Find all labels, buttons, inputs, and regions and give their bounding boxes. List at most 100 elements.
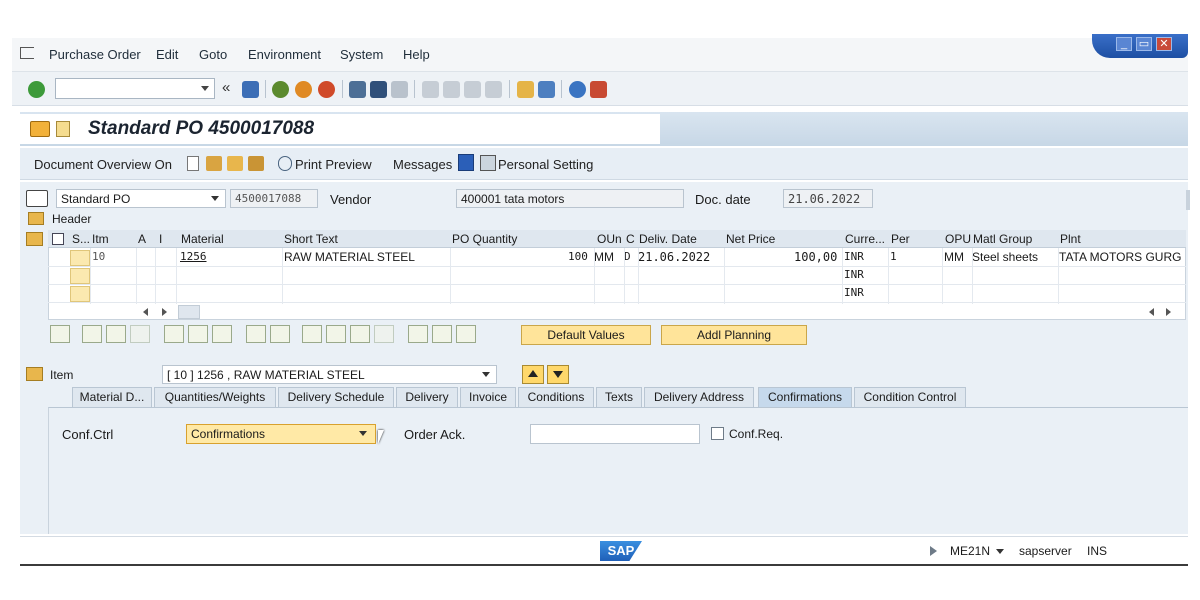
command-history-chevron[interactable]: « [222, 79, 230, 96]
layout-icon[interactable] [590, 81, 607, 98]
conf-req-checkbox[interactable] [711, 427, 724, 440]
cell-currency[interactable]: INR [844, 268, 864, 281]
menu-exit-icon[interactable] [20, 47, 34, 59]
cancel-icon[interactable] [318, 81, 335, 98]
cell-itm[interactable]: 10 [92, 250, 105, 263]
cell-matl-group[interactable]: Steel sheets [972, 250, 1038, 264]
play-icon[interactable] [930, 546, 937, 556]
vendor-field[interactable]: 400001 tata motors [456, 189, 684, 208]
chevron-down-icon[interactable] [359, 431, 367, 436]
col-deliv-date[interactable]: Deliv. Date [639, 232, 697, 246]
cell-short-text[interactable]: RAW MATERIAL STEEL [284, 250, 415, 264]
item-folder-icon[interactable] [26, 367, 43, 381]
unlock-icon[interactable] [212, 325, 232, 343]
grid-config-icon[interactable] [52, 233, 64, 245]
copy-icon[interactable] [246, 325, 266, 343]
col-oun[interactable]: OUn [597, 232, 622, 246]
tab-confirmations[interactable]: Confirmations [758, 387, 852, 407]
table-row[interactable]: INR [48, 267, 1186, 285]
details-icon[interactable] [50, 325, 70, 343]
restore-button[interactable]: ▭ [1136, 37, 1152, 51]
new-session-icon[interactable] [517, 81, 534, 98]
tab-quantities-weights[interactable]: Quantities/Weights [154, 387, 276, 407]
tab-conditions[interactable]: Conditions [518, 387, 594, 407]
filter-icon[interactable] [350, 325, 370, 343]
row-selector[interactable] [70, 286, 90, 302]
cell-currency[interactable]: INR [844, 250, 864, 263]
addl-planning-button[interactable]: Addl Planning [661, 325, 807, 345]
document-overview-button[interactable]: Document Overview On [34, 157, 172, 172]
col-i[interactable]: I [159, 232, 162, 246]
minimize-button[interactable]: _ [1116, 37, 1132, 51]
col-status[interactable]: S... [72, 232, 90, 246]
col-c[interactable]: C [626, 232, 635, 246]
tab-delivery[interactable]: Delivery [396, 387, 458, 407]
cell-plnt[interactable]: TATA MOTORS GURG [1059, 250, 1181, 264]
header-folder-icon[interactable] [28, 212, 44, 225]
lock-icon[interactable] [188, 325, 208, 343]
cell-oun[interactable]: MM [594, 250, 614, 264]
table-row[interactable]: 10 1256 RAW MATERIAL STEEL 100 MM D 21.0… [48, 249, 1186, 267]
po-type-select[interactable]: Standard PO [56, 189, 226, 208]
delete-icon[interactable] [164, 325, 184, 343]
col-per[interactable]: Per [891, 232, 910, 246]
command-field[interactable] [55, 78, 215, 99]
item-select[interactable]: [ 10 ] 1256 , RAW MATERIAL STEEL [162, 365, 497, 384]
default-values-button[interactable]: Default Values [521, 325, 651, 345]
conf-ctrl-select[interactable]: Confirmations [186, 424, 376, 444]
col-po-quantity[interactable]: PO Quantity [452, 232, 517, 246]
panel-resize-handle[interactable] [1186, 190, 1190, 210]
chevron-down-icon[interactable] [201, 86, 209, 91]
item-overview-folder-icon[interactable] [26, 232, 43, 246]
col-matl-group[interactable]: Matl Group [973, 232, 1032, 246]
back-icon[interactable] [272, 81, 289, 98]
col-itm[interactable]: Itm [92, 232, 109, 246]
row-selector[interactable] [70, 268, 90, 284]
col-material[interactable]: Material [181, 232, 224, 246]
row-selector[interactable] [70, 250, 90, 266]
col-net-price[interactable]: Net Price [726, 232, 775, 246]
scroll-right-icon[interactable] [1166, 308, 1171, 316]
scroll-right-icon[interactable] [162, 308, 167, 316]
find-icon[interactable] [370, 81, 387, 98]
menu-purchase-order[interactable]: Purchase Order [49, 47, 141, 62]
col-currency[interactable]: Curre... [845, 232, 885, 246]
personal-setting-button[interactable]: Personal Setting [498, 157, 593, 172]
select-all-icon[interactable] [82, 325, 102, 343]
deselect-all-icon[interactable] [106, 325, 126, 343]
messages-button[interactable]: Messages [393, 157, 452, 172]
exit-icon[interactable] [295, 81, 312, 98]
cell-po-qty[interactable]: 100 [568, 250, 588, 263]
hold-icon[interactable] [248, 156, 264, 171]
col-a[interactable]: A [138, 232, 146, 246]
close-button[interactable]: ✕ [1156, 37, 1172, 51]
insert-icon[interactable] [270, 325, 290, 343]
layout-change-icon[interactable] [432, 325, 452, 343]
tab-invoice[interactable]: Invoice [460, 387, 516, 407]
copy-document-icon[interactable] [227, 156, 243, 171]
tab-texts[interactable]: Texts [596, 387, 642, 407]
export-icon[interactable] [408, 325, 428, 343]
col-plnt[interactable]: Plnt [1060, 232, 1081, 246]
enter-check-icon[interactable] [28, 81, 45, 98]
cell-per[interactable]: 1 [890, 250, 897, 263]
chevron-down-icon[interactable] [211, 196, 219, 201]
header-section-label[interactable]: Header [52, 212, 91, 226]
tab-condition-control[interactable]: Condition Control [854, 387, 966, 407]
col-opu[interactable]: OPU [945, 232, 971, 246]
menu-goto[interactable]: Goto [199, 47, 227, 62]
edit-document-icon[interactable] [206, 156, 222, 171]
help-icon[interactable] [569, 81, 586, 98]
menu-edit[interactable]: Edit [156, 47, 178, 62]
tab-delivery-address[interactable]: Delivery Address [644, 387, 754, 407]
print-icon[interactable] [349, 81, 366, 98]
menu-help[interactable]: Help [403, 47, 430, 62]
new-document-icon[interactable] [187, 156, 199, 171]
horizontal-scrollbar[interactable] [178, 305, 200, 319]
tab-delivery-schedule[interactable]: Delivery Schedule [278, 387, 394, 407]
save-icon[interactable] [242, 81, 259, 98]
scroll-left-icon[interactable] [143, 308, 148, 316]
chevron-down-icon[interactable] [482, 372, 490, 377]
col-short-text[interactable]: Short Text [284, 232, 338, 246]
tab-material-data[interactable]: Material D... [72, 387, 152, 407]
